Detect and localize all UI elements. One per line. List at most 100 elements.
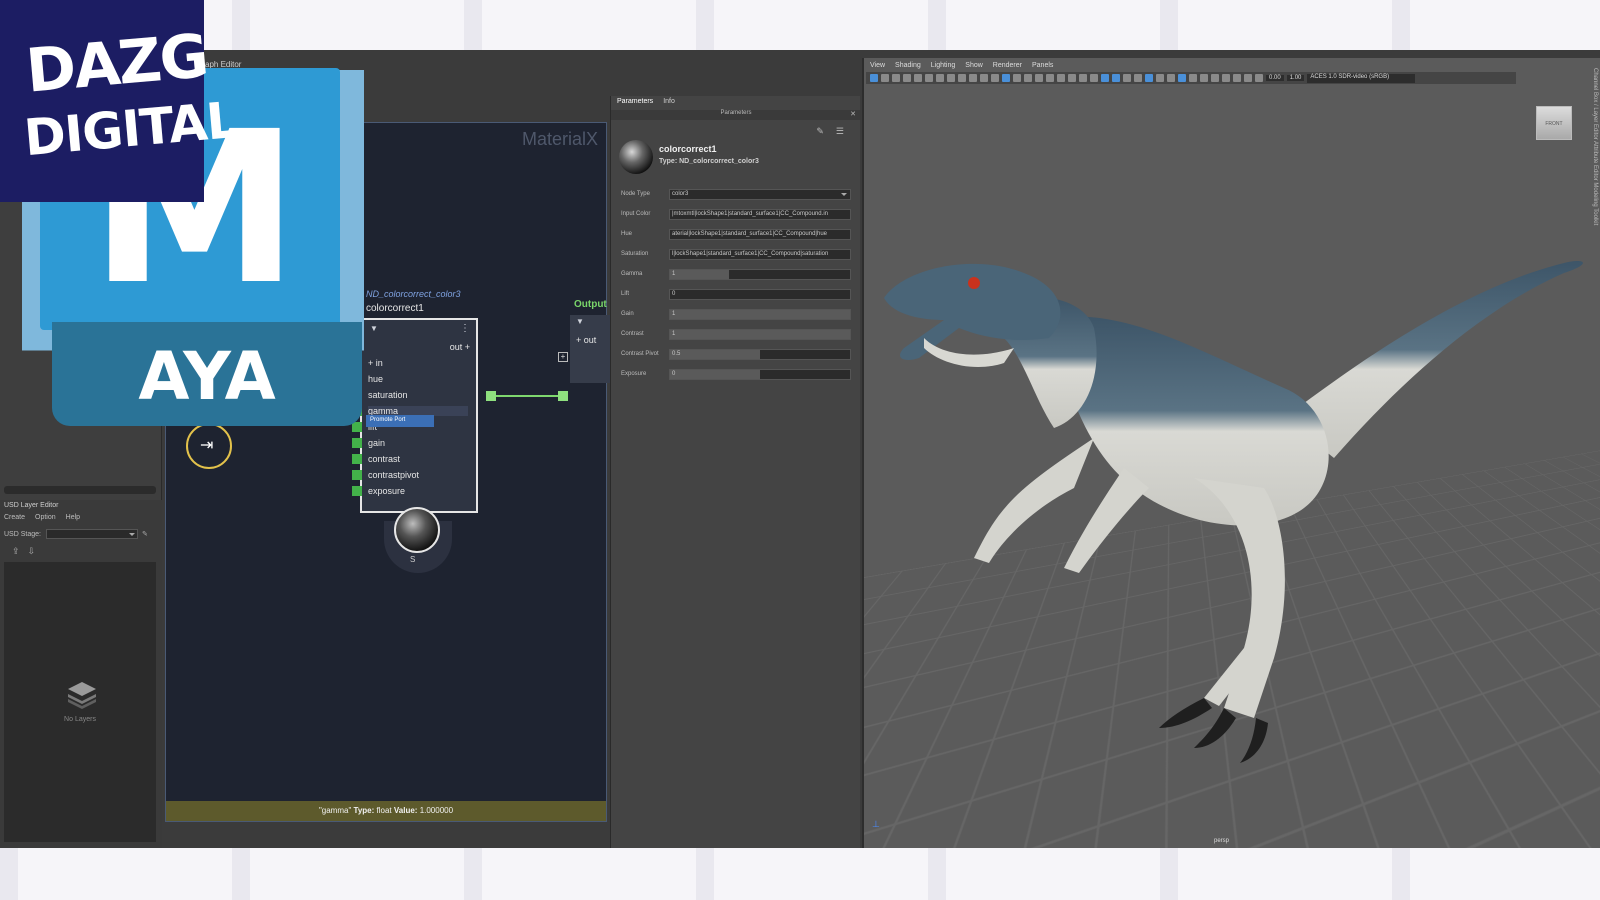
usd-stage-row: USD Stage: ✎ [4, 528, 158, 540]
close-icon[interactable]: ✕ [850, 110, 856, 118]
maya-logo-word: AYA [52, 338, 362, 415]
param-label: Contrast Pivot [621, 351, 669, 357]
param-label: Gamma [621, 271, 669, 277]
port-contrast[interactable]: contrast [368, 454, 400, 464]
param-label: Contrast [621, 331, 669, 337]
port-contrastpivot[interactable]: contrastpivot [368, 470, 419, 480]
parameters-node-name: colorcorrect1 [659, 144, 717, 154]
status-value: 1.000000 [420, 806, 453, 815]
usd-layer-editor-menu: Create Option Help [4, 514, 80, 521]
viewport-panel[interactable]: View Shading Lighting Show Renderer Pane… [862, 58, 1600, 848]
param-value: 0 [672, 291, 675, 297]
raptor-model[interactable] [864, 58, 1600, 848]
collapse-icon[interactable]: ▼ [370, 324, 378, 333]
camera-label: persp [1214, 838, 1229, 844]
menu-option[interactable]: Option [35, 514, 56, 521]
maya-logo-band: AYA [52, 322, 362, 426]
status-type: float [377, 806, 392, 815]
param-slider[interactable]: 0.5 [669, 349, 851, 360]
port-exposure[interactable]: exposure [368, 486, 405, 496]
param-value: aterial|lockShape1|standard_surface1|CC_… [672, 231, 827, 237]
status-value-label: Value: [394, 806, 418, 815]
parameters-panel: Parameters Info Parameters ✕ ✎ ☰ colorco… [610, 96, 860, 848]
menu-icon[interactable]: ☰ [836, 126, 844, 137]
param-row: Contrast 1 [621, 328, 855, 340]
output-node-title: Output [574, 299, 607, 310]
menu-create[interactable]: Create [4, 514, 25, 521]
param-label: Node Type [621, 191, 669, 197]
axis-gizmo: ⊥ [872, 819, 880, 830]
brand-line-1: DAZG [24, 26, 210, 102]
param-slider[interactable]: 0 [669, 289, 851, 300]
param-label: Exposure [621, 371, 669, 377]
materialx-label: MaterialX [522, 129, 598, 150]
port-in[interactable]: + in [368, 358, 383, 368]
material-swatch[interactable] [394, 507, 440, 553]
param-value: l|lockShape1|standard_surface1|CC_Compou… [672, 251, 828, 257]
param-field[interactable]: l|lockShape1|standard_surface1|CC_Compou… [669, 249, 851, 260]
usd-stage-select[interactable] [46, 529, 138, 539]
param-slider[interactable]: 1 [669, 269, 851, 280]
connection-wire [496, 395, 558, 397]
usd-tools: ⇪ ⇩ [12, 546, 35, 557]
swatch-label: S [410, 555, 415, 564]
param-label: Lift [621, 291, 669, 297]
watermark-strip-top [0, 0, 1600, 50]
usd-layer-editor-title: USD Layer Editor [4, 502, 58, 509]
watermark-strip-bottom [0, 848, 1600, 900]
port-saturation[interactable]: saturation [368, 390, 408, 400]
add-port-icon[interactable]: + [558, 352, 568, 362]
menu-help[interactable]: Help [66, 514, 80, 521]
collapse-icon[interactable]: ▼ [576, 317, 584, 326]
param-row: Saturation l|lockShape1|standard_surface1… [621, 248, 855, 260]
usd-stage-label: USD Stage: [4, 531, 42, 538]
param-label: Saturation [621, 251, 669, 257]
slider-fill [670, 330, 850, 339]
node-type-label: ND_colorcorrect_color3 [366, 289, 461, 299]
param-value: 0.5 [672, 351, 680, 357]
tab-parameters[interactable]: Parameters [617, 98, 653, 105]
load-layer-icon[interactable]: ⇩ [28, 546, 36, 557]
port-hue[interactable]: hue [368, 374, 383, 384]
add-layer-icon[interactable]: ⇪ [12, 546, 20, 557]
input-node-ring[interactable]: ⇥ [186, 423, 232, 469]
slider-fill [670, 270, 729, 279]
param-field[interactable]: aterial|lockShape1|standard_surface1|CC_… [669, 229, 851, 240]
usd-layer-editor: USD Layer Editor Create Option Help USD … [0, 500, 162, 848]
param-label: Gain [621, 311, 669, 317]
param-value: 0 [672, 371, 675, 377]
param-value: 1 [672, 311, 675, 317]
node-out-port[interactable] [486, 391, 496, 401]
param-row: Gain 1 [621, 308, 855, 320]
status-attr-name: "gamma" [319, 806, 351, 815]
param-label: Input Color [621, 211, 669, 217]
output-in-port[interactable] [558, 391, 568, 401]
param-row: Exposure 0 [621, 368, 855, 380]
status-type-label: Type: [354, 806, 375, 815]
output-node[interactable]: ▼ + out + [570, 315, 610, 383]
slider-fill [670, 350, 760, 359]
pin-icon[interactable]: ✎ [142, 530, 148, 538]
tab-info[interactable]: Info [663, 98, 675, 105]
port-gain[interactable]: gain [368, 438, 385, 448]
layers-icon [66, 678, 98, 710]
param-value: 1 [672, 331, 675, 337]
param-slider[interactable]: 1 [669, 329, 851, 340]
node-menu-icon[interactable]: ⋮ [460, 323, 470, 334]
pin-icon[interactable]: ✎ [816, 126, 824, 137]
parameters-swatch [619, 140, 653, 174]
parameters-header: Parameters [611, 110, 861, 120]
param-slider[interactable]: 1 [669, 309, 851, 320]
param-field[interactable]: |mtoxmtl|lockShape1|standard_surface1|CC… [669, 209, 851, 220]
param-value: color3 [672, 191, 688, 197]
promote-port-tooltip[interactable]: Promote Port [366, 415, 434, 427]
param-label: Hue [621, 231, 669, 237]
param-slider[interactable]: 0 [669, 369, 851, 380]
param-row: Hue aterial|lockShape1|standard_surface1|… [621, 228, 855, 240]
left-panel-scrollbar[interactable] [4, 486, 156, 494]
param-value: 1 [672, 271, 675, 277]
param-row: Gamma 1 [621, 268, 855, 280]
param-dropdown[interactable]: color3 [669, 189, 851, 200]
node-output-label: out + [450, 342, 470, 352]
usd-layer-list: No Layers [4, 562, 156, 842]
